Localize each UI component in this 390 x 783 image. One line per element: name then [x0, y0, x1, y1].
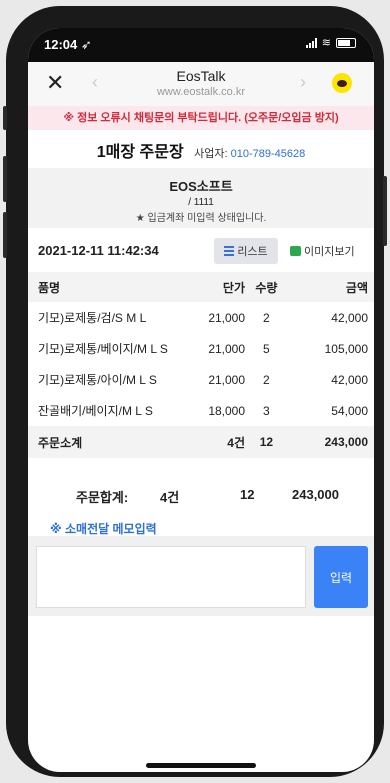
- side-button-mute: [3, 106, 7, 130]
- header-price: 단가: [183, 272, 247, 302]
- side-button-volume-up: [3, 156, 7, 202]
- wifi-icon: ≋: [321, 37, 331, 49]
- forward-icon[interactable]: ›: [300, 72, 306, 93]
- item-price: 21,000: [208, 341, 246, 356]
- phone-frame: 12:04 ➶ ≋ ✕ ‹ EosTalk www.eostalk.co.kr …: [3, 6, 387, 777]
- browser-title: EosTalk: [176, 68, 226, 84]
- table-row[interactable]: 기모)로제통/베이지/M L S 21,000 5 105,000: [28, 333, 374, 364]
- item-name: 기모)로제통/베이지/M L S: [38, 342, 168, 356]
- image-icon: [290, 246, 301, 256]
- battery-icon: [336, 37, 356, 48]
- item-qty: 3: [263, 403, 270, 418]
- table-header-row: 품명 단가 수량 금액: [28, 272, 374, 302]
- screen: 12:04 ➶ ≋ ✕ ‹ EosTalk www.eostalk.co.kr …: [28, 28, 374, 772]
- list-view-label: 리스트: [237, 246, 268, 258]
- item-name: 기모)로제통/검/S M L: [38, 311, 147, 325]
- order-datetime: 2021-12-11 11:42:34: [38, 243, 159, 258]
- page-title: 1매장 주문장: [96, 144, 184, 161]
- header-amount: 금액: [286, 272, 374, 302]
- total-label: 주문합계:: [76, 490, 129, 505]
- signal-icon: [305, 37, 317, 48]
- status-bar: 12:04 ➶ ≋: [28, 28, 374, 62]
- memo-section: 입력: [28, 536, 374, 616]
- order-toolbar: 2021-12-11 11:42:34 리스트 이미지보기: [28, 234, 374, 270]
- status-icons: ≋: [305, 36, 356, 49]
- list-icon: [224, 246, 235, 256]
- table-row[interactable]: 기모)로제통/아이/M L S 21,000 2 42,000: [28, 364, 374, 395]
- subtotal-amount: 243,000: [286, 426, 374, 458]
- shop-info: EOS소프트 / 1111 ★ 입금계좌 미입력 상태입니다.: [28, 168, 374, 228]
- image-view-button[interactable]: 이미지보기: [290, 238, 366, 264]
- kakaotalk-icon[interactable]: [332, 73, 352, 93]
- notice-banner: ※ 정보 오류시 채팅문의 부탁드립니다. (오주문/오입금 방지): [28, 106, 374, 130]
- total-qty: 12: [240, 487, 255, 502]
- item-qty: 2: [263, 372, 270, 387]
- item-qty: 5: [263, 341, 270, 356]
- item-name: 기모)로제통/아이/M L S: [38, 373, 157, 387]
- status-time: 12:04 ➶: [44, 37, 92, 52]
- order-title-row: 1매장 주문장 사업자: 010-789-45628: [28, 138, 374, 162]
- item-amount: 42,000: [331, 372, 368, 387]
- browser-url: www.eostalk.co.kr: [156, 86, 246, 98]
- shop-status: ★ 입금계좌 미입력 상태입니다.: [135, 213, 267, 224]
- item-amount: 54,000: [331, 403, 368, 418]
- shop-code: / 1111: [188, 197, 214, 208]
- table-row[interactable]: 잔골배기/베이지/M L S 18,000 3 54,000: [28, 395, 374, 426]
- header-name: 품명: [28, 272, 184, 302]
- order-items-table: 품명 단가 수량 금액 기모)로제통/검/S M L 21,000 2 42,0…: [28, 272, 374, 458]
- image-view-label: 이미지보기: [304, 246, 355, 258]
- subtotal-row: 주문소계 4건 12 243,000: [28, 426, 374, 458]
- memo-input[interactable]: [36, 546, 306, 608]
- side-button-power: [383, 176, 387, 246]
- item-qty: 2: [263, 310, 270, 325]
- item-price: 18,000: [208, 403, 246, 418]
- total-count: 4건: [160, 490, 180, 505]
- item-price: 21,000: [208, 310, 246, 325]
- table-row[interactable]: 기모)로제통/검/S M L 21,000 2 42,000: [28, 302, 374, 333]
- memo-submit-button[interactable]: 입력: [314, 546, 368, 608]
- memo-label: ※ 소매전달 메모입력: [50, 522, 157, 536]
- total-amount: 243,000: [292, 487, 339, 502]
- item-amount: 105,000: [324, 341, 368, 356]
- item-price: 21,000: [208, 372, 246, 387]
- subtotal-label: 주문소계: [28, 426, 184, 458]
- item-amount: 42,000: [331, 310, 368, 325]
- side-button-volume-down: [3, 212, 7, 258]
- browser-navbar: ✕ ‹ EosTalk www.eostalk.co.kr ›: [28, 62, 374, 107]
- list-view-button[interactable]: 리스트: [214, 238, 278, 264]
- item-name: 잔골배기/베이지/M L S: [38, 404, 153, 418]
- business-label: 사업자:: [194, 148, 228, 160]
- business-info: 사업자: 010-789-45628: [194, 148, 305, 160]
- header-qty: 수량: [246, 272, 287, 302]
- shop-name: EOS소프트: [169, 179, 233, 194]
- home-indicator[interactable]: [146, 763, 256, 768]
- subtotal-qty: 12: [246, 426, 287, 458]
- business-phone-link[interactable]: 010-789-45628: [231, 148, 306, 160]
- subtotal-count: 4건: [183, 426, 247, 458]
- order-total: 주문합계: 4건 12 243,000: [28, 480, 374, 510]
